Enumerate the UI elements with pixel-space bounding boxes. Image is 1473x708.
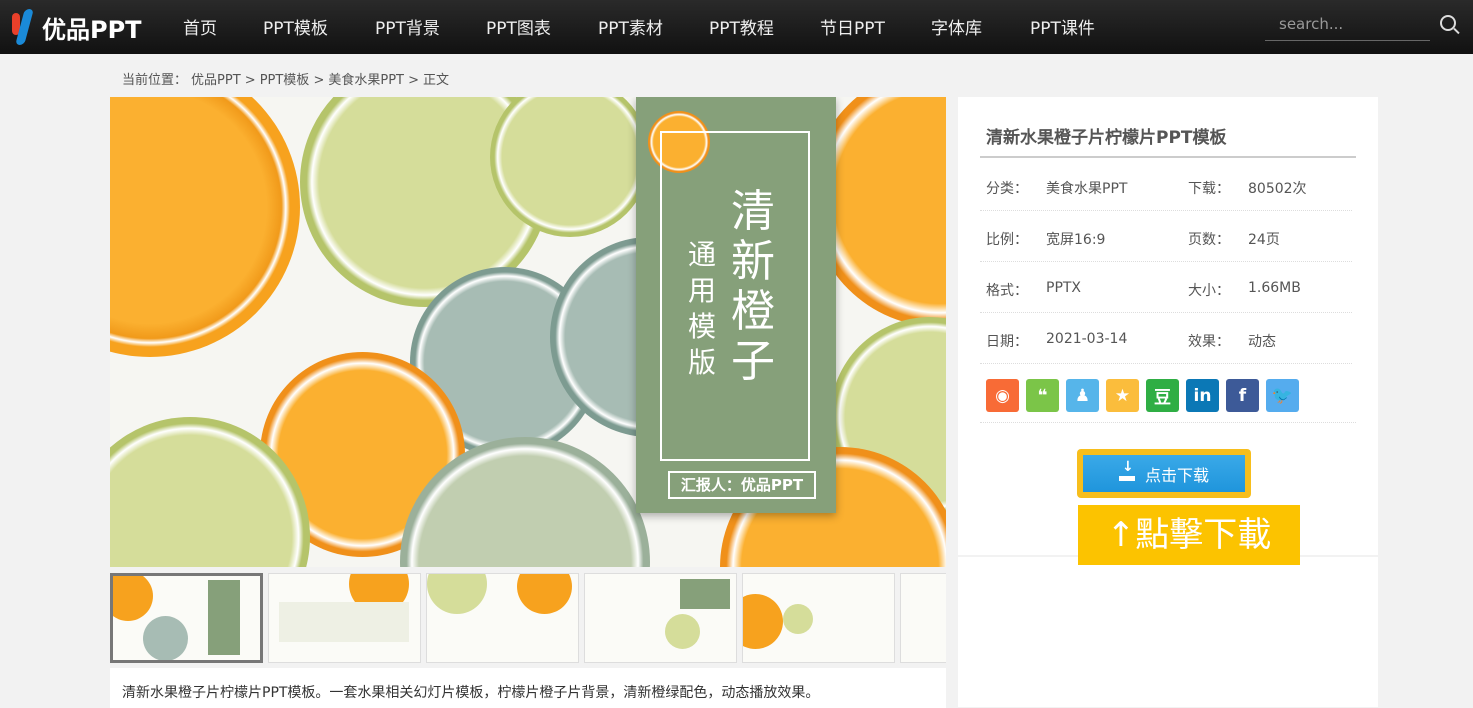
logo-text: 优品PPT — [42, 15, 142, 44]
thumbnail-strip — [110, 573, 946, 663]
search-input[interactable]: search... — [1265, 9, 1430, 41]
info-value: PPTX — [1046, 280, 1082, 296]
nav-ppt-charts[interactable]: PPT图表 — [486, 14, 551, 39]
nav-holiday-ppt[interactable]: 节日PPT — [820, 14, 885, 39]
breadcrumb-current: 正文 — [423, 73, 450, 88]
info-label: 分类： — [986, 181, 1028, 197]
info-label: 日期： — [986, 334, 1028, 350]
info-row: 比例： 宽屏16:9 页数： 24页 — [980, 211, 1352, 262]
thumbnail-5[interactable] — [742, 573, 895, 663]
top-nav: 优品PPT 首页 PPT模板 PPT背景 PPT图表 PPT素材 PPT教程 节… — [0, 0, 1473, 54]
nav-ppt-materials[interactable]: PPT素材 — [598, 14, 663, 39]
site-logo[interactable]: 优品PPT — [10, 8, 142, 46]
breadcrumb-sep: > — [244, 73, 256, 88]
thumbnail-1[interactable] — [110, 573, 263, 663]
thumbnail-2[interactable] — [268, 573, 421, 663]
slide-reporter: 汇报人：优品PPT — [668, 471, 816, 499]
info-label: 效果： — [1188, 334, 1230, 350]
breadcrumb: 当前位置： 优品PPT > PPT模板 > 美食水果PPT > 正文 — [122, 69, 453, 88]
nav-fonts[interactable]: 字体库 — [931, 14, 982, 39]
info-row: 格式： PPTX 大小： 1.66MB — [980, 262, 1352, 313]
info-label: 大小： — [1188, 283, 1230, 299]
info-label: 页数： — [1188, 232, 1230, 248]
info-label: 比例： — [986, 232, 1028, 248]
slide-title: 清新橙子 — [731, 186, 775, 387]
info-value: 美食水果PPT — [1046, 181, 1128, 197]
info-row: 分类： 美食水果PPT 下载： 80502次 — [980, 160, 1352, 211]
linkedin-share-icon[interactable]: in — [1186, 379, 1219, 412]
twitter-share-icon[interactable]: 🐦 — [1266, 379, 1299, 412]
slide-title-card: 清新橙子 通用模版 汇报人：优品PPT — [636, 97, 836, 513]
nav-ppt-templates[interactable]: PPT模板 — [263, 14, 328, 39]
wechat-share-icon[interactable]: ❝ — [1026, 379, 1059, 412]
nav-home[interactable]: 首页 — [183, 14, 217, 39]
info-value: 动态 — [1248, 334, 1276, 350]
template-title: 清新水果橙子片柠檬片PPT模板 — [986, 128, 1227, 148]
preview-image: 清新橙子 通用模版 汇报人：优品PPT — [110, 97, 946, 567]
breadcrumb-sep: > — [313, 73, 325, 88]
download-hint-banner: ↑點擊下載 — [1078, 505, 1300, 565]
douban-share-icon[interactable]: 豆 — [1146, 379, 1179, 412]
breadcrumb-home[interactable]: 优品PPT — [191, 73, 241, 88]
breadcrumb-food[interactable]: 美食水果PPT — [328, 73, 404, 88]
info-row: 日期： 2021-03-14 效果： 动态 — [980, 313, 1352, 364]
logo-icon — [10, 9, 36, 45]
breadcrumb-prefix: 当前位置： — [122, 73, 188, 88]
facebook-share-icon[interactable]: f — [1226, 379, 1259, 412]
qzone-share-icon[interactable]: ★ — [1106, 379, 1139, 412]
slide-subtitle: 通用模版 — [687, 238, 716, 379]
breadcrumb-sep: > — [408, 73, 420, 88]
nav-ppt-tutorials[interactable]: PPT教程 — [709, 14, 774, 39]
weibo-share-icon[interactable]: ◉ — [986, 379, 1019, 412]
search-icon[interactable] — [1440, 15, 1456, 31]
qq-share-icon[interactable]: ♟ — [1066, 379, 1099, 412]
thumbnail-6[interactable] — [900, 573, 946, 663]
panel-lower — [958, 557, 1378, 707]
download-label: 点击下载 — [1144, 465, 1209, 485]
breadcrumb-templates[interactable]: PPT模板 — [260, 73, 310, 88]
info-value: 80502次 — [1248, 181, 1307, 197]
info-value: 24页 — [1248, 232, 1280, 248]
thumbnail-3[interactable] — [426, 573, 579, 663]
info-value: 1.66MB — [1248, 280, 1301, 296]
info-label: 格式： — [986, 283, 1028, 299]
nav-ppt-backgrounds[interactable]: PPT背景 — [375, 14, 440, 39]
download-button-highlight: 点击下载 — [1077, 449, 1251, 498]
template-description: 清新水果橙子片柠檬片PPT模板。一套水果相关幻灯片模板，柠檬片橙子片背景，清新橙… — [110, 668, 946, 708]
thumbnail-4[interactable] — [584, 573, 737, 663]
info-value: 2021-03-14 — [1046, 331, 1128, 347]
info-value: 宽屏16:9 — [1046, 232, 1106, 248]
share-buttons: ◉ ❝ ♟ ★ 豆 in f 🐦 — [986, 379, 1299, 412]
download-button[interactable]: 点击下载 — [1083, 455, 1245, 492]
nav-ppt-courseware[interactable]: PPT课件 — [1030, 14, 1095, 39]
info-label: 下载： — [1188, 181, 1230, 197]
download-icon — [1118, 459, 1135, 481]
